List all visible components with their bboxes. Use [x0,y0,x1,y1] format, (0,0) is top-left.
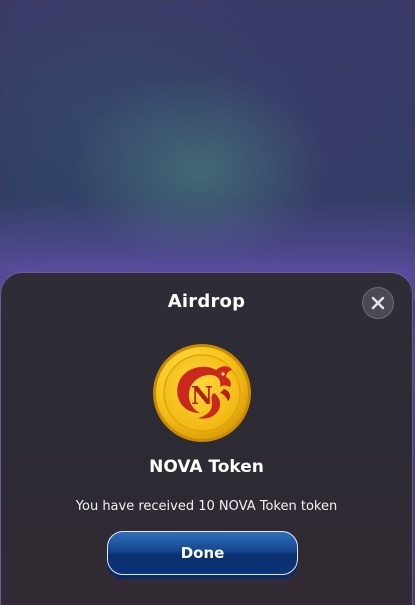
done-button[interactable]: Done [107,531,298,575]
token-name: NOVA Token [149,457,264,477]
screen: Airdrop N NOVA Token You have received 1… [0,0,415,605]
modal-title: Airdrop [167,291,246,312]
airdrop-message: You have received 10 NOVA Token token [75,499,338,514]
close-button[interactable] [362,287,394,319]
svg-text:N: N [191,381,213,410]
airdrop-modal: Airdrop N NOVA Token You have received 1… [0,272,413,605]
close-icon [371,296,385,310]
nova-token-coin-icon: N [153,344,251,442]
